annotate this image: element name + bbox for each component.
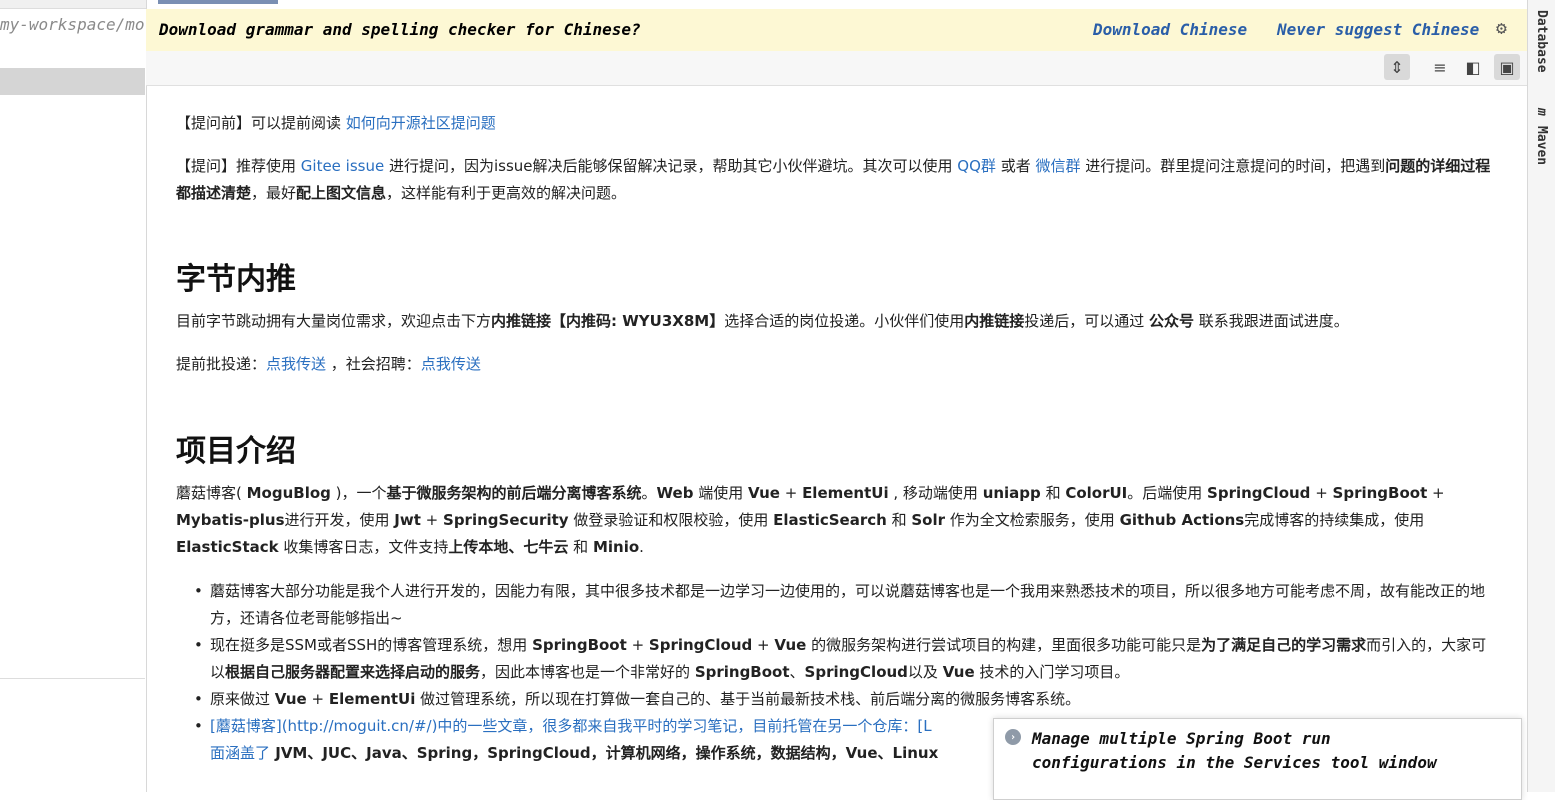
editor-only-icon[interactable]: ≡: [1427, 54, 1453, 80]
tip-line-2: configurations in the Services tool wind…: [1032, 753, 1437, 772]
paragraph-before-asking: 【提问前】可以提前阅读 如何向开源社区提问题: [176, 114, 496, 132]
spellcheck-notification-banner: Download grammar and spelling checker fo…: [146, 9, 1527, 52]
never-suggest-chinese-link[interactable]: Never suggest Chinese: [1277, 20, 1479, 39]
heading-project-intro: 项目介绍: [176, 434, 296, 469]
download-chinese-link[interactable]: Download Chinese: [1093, 20, 1247, 39]
heading-bytedance: 字节内推: [176, 262, 296, 297]
right-tool-window-strip: Database m Maven: [1527, 0, 1555, 792]
project-panel: my-workspace/mo: [0, 0, 147, 793]
paragraph-asking: 【提问】推荐使用 Gitee issue 进行提问，因为issue解决后能够保留…: [176, 157, 1491, 202]
maven-icon: m: [1534, 108, 1549, 116]
mogu-blog-link[interactable]: [蘑菇博客](http://moguit.cn/#/)中的一些文章，很多都来自我…: [210, 717, 932, 735]
how-to-ask-link[interactable]: 如何向开源社区提问题: [346, 114, 496, 132]
list-item: 原来做过 Vue + ElementUi 做过管理系统，所以现在打算做一套自己的…: [194, 686, 1494, 713]
markdown-preview: 【提问前】可以提前阅读 如何向开源社区提问题 【提问】推荐使用 Gitee is…: [176, 86, 1496, 792]
editor-tab-indicator[interactable]: [158, 0, 278, 4]
maven-tool-tab[interactable]: Maven: [1534, 126, 1549, 165]
gear-icon[interactable]: ⚙: [1496, 18, 1507, 39]
split-view-icon[interactable]: ◧: [1460, 54, 1486, 80]
tip-line-1: Manage multiple Spring Boot run: [1032, 729, 1331, 748]
paragraph-bytedance: 目前字节跳动拥有大量岗位需求，欢迎点击下方内推链接【内推码: WYU3X8M】选…: [176, 312, 1349, 330]
tip-popup[interactable]: › Manage multiple Spring Boot run config…: [993, 718, 1522, 800]
project-panel-lower: [0, 678, 145, 793]
project-tree-selected-row[interactable]: [0, 68, 145, 95]
social-recruit-link[interactable]: 点我传送: [421, 355, 481, 373]
preview-only-icon[interactable]: ▣: [1494, 54, 1520, 80]
project-path[interactable]: my-workspace/mo: [0, 15, 145, 34]
list-item: 蘑菇博客大部分功能是我个人进行开发的，因能力有限，其中很多技术都是一边学习一边使…: [194, 578, 1494, 632]
database-tool-tab[interactable]: Database: [1534, 10, 1549, 73]
markdown-preview-toolbar: ⇕ ≡ ◧ ▣: [146, 51, 1527, 86]
banner-message: Download grammar and spelling checker fo…: [159, 20, 641, 39]
paragraph-project-intro: 蘑菇博客( MoguBlog )，一个基于微服务架构的前后端分离博客系统。Web…: [176, 484, 1445, 556]
wechat-group-link[interactable]: 微信群: [1035, 157, 1080, 175]
qq-group-link[interactable]: QQ群: [957, 157, 996, 175]
project-toolbar: [0, 0, 146, 9]
list-item: 现在挺多是SSM或者SSH的博客管理系统，想用 SpringBoot + Spr…: [194, 632, 1494, 686]
gitee-issue-link[interactable]: Gitee issue: [301, 157, 384, 175]
info-icon: ›: [1005, 729, 1021, 745]
early-apply-link[interactable]: 点我传送: [266, 355, 326, 373]
notes-link[interactable]: 面涵盖了: [210, 744, 270, 762]
sync-scroll-icon[interactable]: ⇕: [1384, 54, 1410, 80]
paragraph-early-apply: 提前批投递：点我传送 ，社会招聘：点我传送: [176, 355, 481, 373]
